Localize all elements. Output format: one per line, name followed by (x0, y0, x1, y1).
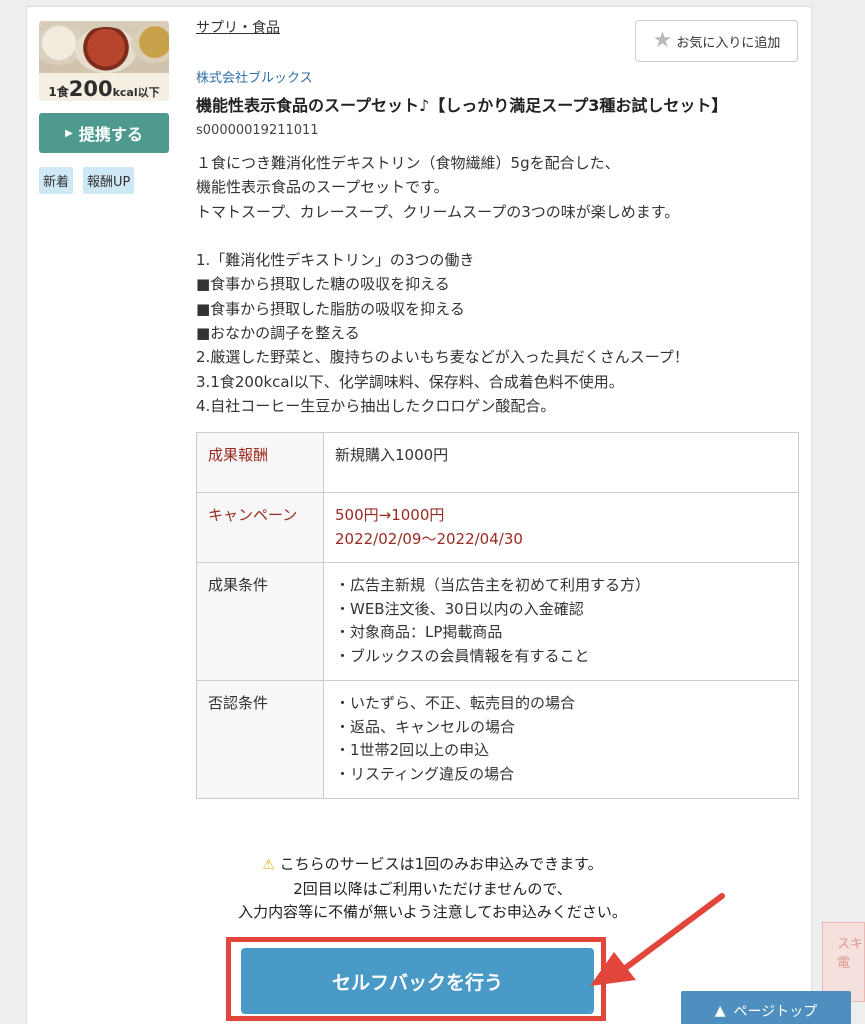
favorite-button-label: お気に入りに追加 (676, 35, 781, 51)
campaign-label: キャンペーン (196, 492, 324, 564)
play-triangle-icon: ▶ (65, 127, 73, 139)
table-row: キャンペーン 500円→1000円 2022/02/09〜2022/04/30 (196, 492, 799, 564)
conditions-cell: ・広告主新規（当広告主を初めて利用する方） ・WEB注文後、30日以内の入金確認… (323, 562, 799, 682)
campaign-period: 2022/02/09〜2022/04/30 (335, 529, 523, 548)
rejection-label: 否認条件 (196, 680, 324, 800)
list-item: ・リスティング違反の場合 (335, 764, 515, 783)
partner-button[interactable]: ▶ 提携する (39, 113, 169, 153)
partner-button-label: 提携する (78, 125, 143, 144)
conditions-list: ・広告主新規（当広告主を初めて利用する方） ・WEB注文後、30日以内の入金確認… (335, 574, 787, 668)
table-row: 成果報酬 新規購入1000円 (196, 432, 799, 494)
badge-reward-up: 報酬UP (83, 167, 135, 194)
favorite-button[interactable]: ★ お気に入りに追加 (635, 20, 798, 62)
table-row: 否認条件 ・いたずら、不正、転売目的の場合 ・返品、キャンセルの場合 ・1世帯2… (196, 680, 799, 800)
page-top-button[interactable]: ▲ ページトップ (681, 991, 851, 1024)
product-main: サプリ・食品 ★ お気に入りに追加 株式会社ブルックス 機能性表示食品のスープセ… (196, 17, 800, 800)
selfback-button[interactable]: セルフバックを行う (241, 948, 594, 1014)
caption-number: 200 (68, 77, 113, 101)
caption-suffix: kcal以下 (112, 86, 160, 99)
notice-line-1: ⚠ こちらのサービスは1回のみお申込みできます。 (0, 853, 865, 878)
caption-prefix: 1食 (48, 85, 69, 99)
badge-list: 新着 報酬UP (39, 167, 169, 194)
reward-label: 成果報酬 (196, 432, 324, 494)
list-item: ・WEB注文後、30日以内の入金確認 (335, 599, 584, 618)
notice-line-2: 2回目以降はご利用いただけませんので、 (293, 879, 572, 898)
list-item: ・1世帯2回以上の申込 (335, 741, 490, 760)
red-arrow-icon (590, 893, 725, 986)
rejection-list: ・いたずら、不正、転売目的の場合 ・返品、キャンセルの場合 ・1世帯2回以上の申… (335, 692, 787, 786)
application-notice: ⚠ こちらのサービスは1回のみお申込みできます。 2回目以降はご利用いただけませ… (0, 853, 865, 925)
conditions-label: 成果条件 (196, 562, 324, 682)
product-thumbnail[interactable]: 1食 200 kcal以下 (39, 21, 169, 101)
company-name[interactable]: 株式会社ブルックス (196, 67, 800, 86)
notice-line-1-text: こちらのサービスは1回のみお申込みできます。 (279, 855, 603, 873)
list-item: ・ブルックスの会員情報を有すること (335, 646, 590, 665)
reward-table: 成果報酬 新規購入1000円 キャンペーン 500円→1000円 2022/02… (196, 432, 799, 800)
list-item: ・対象商品：LP掲載商品 (335, 623, 503, 642)
warning-icon: ⚠ (262, 857, 275, 873)
notice-line-3: 入力内容等に不備が無いよう注意してお申込みください。 (238, 903, 627, 921)
badge-new: 新着 (39, 167, 74, 194)
list-item: ・返品、キャンセルの場合 (335, 717, 516, 736)
product-title: 機能性表示食品のスープセット♪【しっかり満足スープ3種お試しセット】 (196, 96, 728, 115)
thumbnail-caption: 1食 200 kcal以下 (39, 73, 169, 101)
rejection-cell: ・いたずら、不正、転売目的の場合 ・返品、キャンセルの場合 ・1世帯2回以上の申… (323, 680, 799, 800)
triangle-up-icon: ▲ (714, 1003, 726, 1019)
soup-bowl-curry (131, 25, 169, 63)
table-row: 成果条件 ・広告主新規（当広告主を初めて利用する方） ・WEB注文後、30日以内… (196, 562, 799, 682)
list-item: ・広告主新規（当広告主を初めて利用する方） (335, 576, 651, 595)
reward-value: 新規購入1000円 (323, 432, 799, 494)
corner-logo: スキ電 (822, 922, 865, 1002)
campaign-value: 500円→1000円 (335, 506, 445, 525)
campaign-value-cell: 500円→1000円 2022/02/09〜2022/04/30 (323, 492, 799, 564)
product-code: s00000019211011 (196, 123, 319, 138)
category-link[interactable]: サプリ・食品 (196, 17, 280, 37)
corner-logo-text: スキ電 (837, 937, 864, 971)
soup-bowl-tomato (75, 27, 137, 73)
page-top-label: ページトップ (733, 1004, 818, 1020)
star-icon: ★ (652, 28, 673, 53)
product-description: １食につき難消化性デキストリン（食物繊維）5gを配合した、 機能性表示食品のスー… (196, 154, 689, 415)
product-left-column: 1食 200 kcal以下 ▶ 提携する 新着 報酬UP (39, 21, 169, 194)
list-item: ・いたずら、不正、転売目的の場合 (335, 694, 576, 713)
